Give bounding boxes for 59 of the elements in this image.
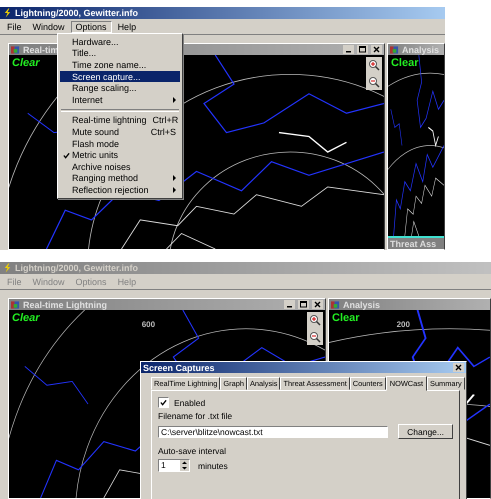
- checkbox[interactable]: [158, 397, 169, 408]
- menu-item[interactable]: Title...: [60, 48, 180, 60]
- close-button[interactable]: [453, 363, 464, 372]
- title-bar: Lightning/2000, Gewitter.info: [0, 262, 491, 274]
- checkbox-label: Enabled: [174, 398, 206, 408]
- window-icon: [331, 300, 340, 310]
- menu-item[interactable]: Archive noises: [60, 160, 180, 173]
- window-title: Real-time Lightning: [23, 300, 107, 310]
- dialog-title: Screen Captures: [143, 362, 215, 372]
- menu-item[interactable]: Range scaling...: [60, 82, 180, 94]
- menu-item[interactable]: Reflection rejection: [60, 184, 180, 196]
- field-label: Filename for .txt file: [158, 411, 234, 421]
- window-icon: [390, 44, 399, 54]
- close-button[interactable]: [370, 45, 382, 54]
- menu-item[interactable]: Internet: [60, 94, 180, 106]
- unit-label: minutes: [198, 460, 228, 470]
- title-bar: Lightning/2000, Gewitter.info: [0, 7, 445, 19]
- close-button[interactable]: [312, 300, 323, 309]
- window-title-bar: Threat Ass: [388, 236, 444, 249]
- check-icon: [160, 399, 167, 406]
- menu-item[interactable]: Metric units: [60, 149, 180, 161]
- window-icon: [11, 44, 20, 54]
- status-label: Clear: [332, 312, 360, 324]
- zoom-out-icon[interactable]: [308, 330, 322, 344]
- app-icon: [3, 8, 12, 18]
- zoom-in-icon[interactable]: [308, 313, 322, 327]
- check-icon: [62, 152, 70, 159]
- menu-item[interactable]: File: [2, 20, 27, 32]
- menu-item[interactable]: Mute sound Ctrl+S: [60, 126, 180, 138]
- app-icon: [3, 263, 12, 273]
- minimize-button[interactable]: [342, 45, 354, 54]
- menu-item[interactable]: Real-time lightning Ctrl+R: [60, 114, 180, 126]
- filename-field[interactable]: C:\server\blitze\nowcast.txt: [158, 426, 388, 438]
- change-button[interactable]: Change...: [398, 424, 453, 439]
- range-label: 600: [142, 320, 156, 329]
- window-title: Analysis: [343, 300, 380, 310]
- submenu-arrow-icon: [173, 96, 176, 103]
- menu-item[interactable]: Help: [112, 20, 142, 32]
- window-title: Real-tim: [23, 44, 59, 54]
- window-icon: [11, 300, 20, 310]
- status-label: Clear: [12, 312, 40, 324]
- menu-item[interactable]: Ranging method: [60, 172, 180, 184]
- interval-spinner[interactable]: 1: [158, 459, 190, 472]
- menu-item[interactable]: Screen capture...: [60, 70, 180, 82]
- status-label: Clear: [12, 57, 40, 69]
- menu-item[interactable]: Time zone name...: [60, 59, 180, 71]
- field-label: Auto-save interval: [158, 446, 228, 456]
- maximize-button[interactable]: [356, 45, 368, 54]
- maximize-button[interactable]: [298, 300, 309, 309]
- menu-item[interactable]: Options: [70, 20, 112, 32]
- window-title: Analysis: [402, 44, 439, 54]
- minimize-button[interactable]: [284, 300, 295, 309]
- zoom-out-icon[interactable]: [366, 75, 381, 89]
- menu-item[interactable]: Flash mode: [60, 138, 180, 150]
- status-label: Clear: [390, 57, 418, 69]
- zoom-in-icon[interactable]: [366, 58, 381, 72]
- menu-item[interactable]: Hardware...: [60, 36, 180, 48]
- menu-item[interactable]: Window: [28, 20, 70, 32]
- range-label: 200: [396, 320, 410, 329]
